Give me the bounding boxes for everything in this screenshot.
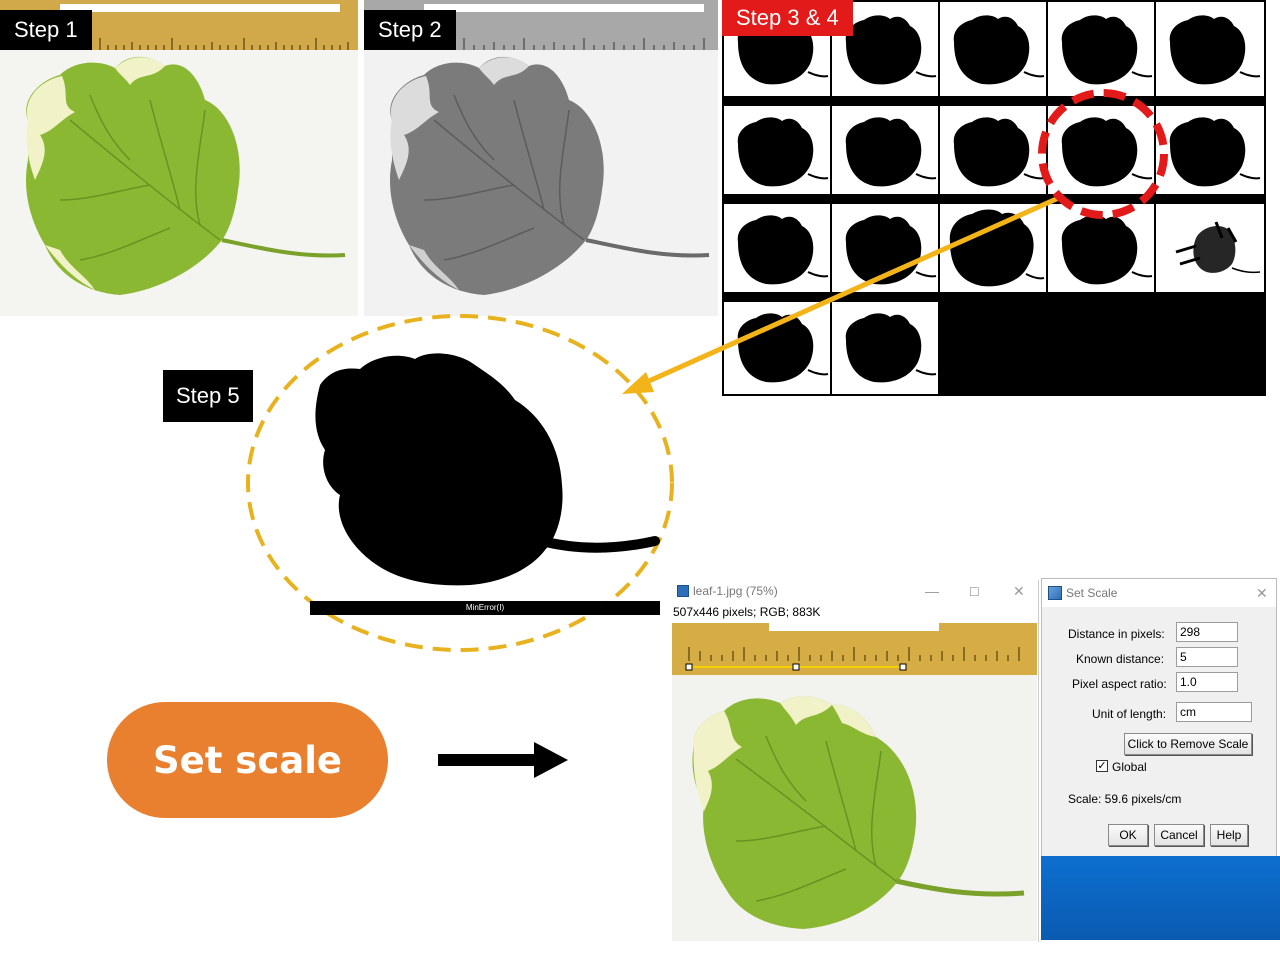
distance-input[interactable] (1176, 622, 1238, 642)
set-scale-dialog: Set Scale ✕ Distance in pixels: Known di… (1041, 578, 1277, 860)
minimize-icon[interactable]: — (925, 583, 939, 599)
close-icon[interactable]: ✕ (1013, 583, 1025, 600)
right-arrow-icon (438, 742, 568, 778)
color-leaf-image (692, 696, 1025, 929)
set-scale-label: Set scale (152, 738, 342, 782)
unit-label: Unit of length: (1092, 707, 1167, 721)
maximize-icon[interactable]: ☐ (969, 585, 980, 599)
set-scale-pill: Set scale (107, 702, 388, 818)
global-label: Global (1112, 760, 1147, 774)
aspect-ratio-input[interactable] (1176, 672, 1238, 692)
image-window-titlebar[interactable]: leaf-1.jpg (75%) (671, 580, 1038, 602)
close-icon[interactable]: ✕ (1256, 585, 1268, 602)
image-window-title: leaf-1.jpg (75%) (693, 584, 778, 598)
help-button[interactable]: Help (1210, 824, 1248, 846)
cancel-button[interactable]: Cancel (1154, 824, 1204, 846)
scale-readout: Scale: 59.6 pixels/cm (1068, 792, 1182, 806)
known-distance-input[interactable] (1176, 647, 1238, 667)
ruler (672, 623, 1037, 675)
known-distance-label: Known distance: (1076, 652, 1165, 666)
aspect-ratio-label: Pixel aspect ratio: (1072, 677, 1167, 691)
imagej-icon (1048, 586, 1062, 600)
image-canvas[interactable] (672, 623, 1037, 941)
global-checkbox[interactable]: ✓ (1096, 760, 1108, 772)
desktop-background (1041, 856, 1280, 940)
distance-label: Distance in pixels: (1068, 627, 1165, 641)
ok-button[interactable]: OK (1108, 824, 1148, 846)
dialog-title: Set Scale (1066, 586, 1118, 600)
image-info: 507x446 pixels; RGB; 883K (673, 605, 821, 619)
imagej-icon (677, 585, 689, 597)
image-window[interactable]: leaf-1.jpg (75%) — ☐ ✕ 507x446 pixels; R… (671, 580, 1039, 942)
figure-canvas: Step 1 Step 2 Step 3 & 4 MinError(I) Ste… (0, 0, 1280, 960)
dialog-titlebar[interactable]: Set Scale (1042, 579, 1276, 607)
remove-scale-button[interactable]: Click to Remove Scale (1124, 733, 1252, 755)
unit-input[interactable] (1176, 702, 1252, 722)
